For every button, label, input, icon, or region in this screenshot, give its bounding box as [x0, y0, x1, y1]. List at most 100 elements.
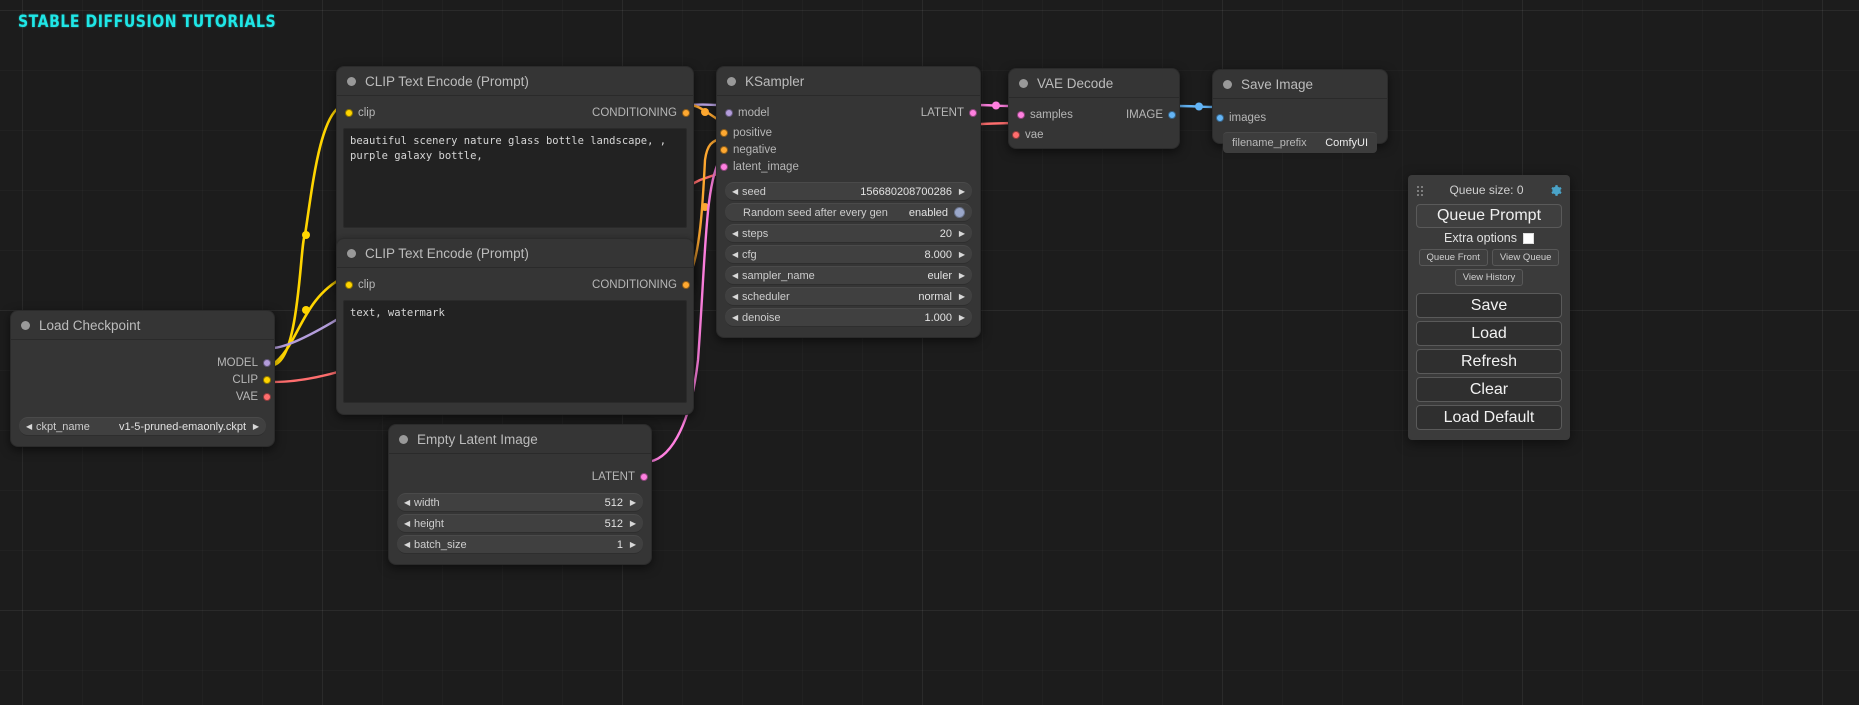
- widget-sampler-name[interactable]: ◀ sampler_name euler ▶: [725, 266, 972, 285]
- widget-seed[interactable]: ◀ seed 156680208700286 ▶: [725, 182, 972, 201]
- output-slot-conditioning[interactable]: CONDITIONING: [513, 104, 693, 121]
- collapse-dot-icon[interactable]: [727, 77, 736, 86]
- conditioning-port-dot[interactable]: [720, 129, 728, 137]
- input-slot-negative[interactable]: negative: [717, 141, 980, 158]
- decrement-arrow-icon[interactable]: ◀: [732, 314, 741, 322]
- latent-port-dot[interactable]: [640, 473, 648, 481]
- latent-port-dot[interactable]: [720, 163, 728, 171]
- increment-arrow-icon[interactable]: ▶: [956, 188, 965, 196]
- vae-port-dot[interactable]: [263, 393, 271, 401]
- node-title-bar[interactable]: CLIP Text Encode (Prompt): [337, 67, 693, 96]
- decrement-arrow-icon[interactable]: ◀: [732, 188, 741, 196]
- input-slot-vae[interactable]: vae: [1009, 126, 1179, 143]
- widget-batch-size[interactable]: ◀ batch_size 1 ▶: [397, 535, 643, 554]
- model-port-dot[interactable]: [725, 109, 733, 117]
- widget-ckpt-name[interactable]: ◀ ckpt_name v1-5-pruned-emaonly.ckpt ▶: [19, 417, 266, 436]
- decrement-arrow-icon[interactable]: ◀: [732, 230, 741, 238]
- prompt-textarea[interactable]: text, watermark: [343, 300, 687, 403]
- node-title-bar[interactable]: CLIP Text Encode (Prompt): [337, 239, 693, 268]
- input-slot-positive[interactable]: positive: [717, 124, 980, 141]
- increment-arrow-icon[interactable]: ▶: [627, 541, 636, 549]
- input-slot-images[interactable]: images: [1213, 109, 1387, 126]
- node-title-bar[interactable]: Load Checkpoint: [11, 311, 274, 340]
- node-empty-latent-image[interactable]: Empty Latent Image LATENT ◀ width 512 ▶ …: [388, 424, 652, 565]
- save-button[interactable]: Save: [1416, 293, 1562, 318]
- collapse-dot-icon[interactable]: [347, 249, 356, 258]
- node-title-bar[interactable]: Save Image: [1213, 70, 1387, 99]
- image-port-dot[interactable]: [1216, 114, 1224, 122]
- collapse-dot-icon[interactable]: [399, 435, 408, 444]
- vae-port-dot[interactable]: [1012, 131, 1020, 139]
- output-slot-image[interactable]: IMAGE: [1069, 106, 1179, 123]
- latent-port-dot[interactable]: [1017, 111, 1025, 119]
- refresh-button[interactable]: Refresh: [1416, 349, 1562, 374]
- extra-options-checkbox[interactable]: [1523, 233, 1534, 244]
- output-slot-clip[interactable]: CLIP: [11, 371, 274, 388]
- increment-arrow-icon[interactable]: ▶: [956, 251, 965, 259]
- gear-icon[interactable]: [1549, 184, 1562, 197]
- node-title-bar[interactable]: Empty Latent Image: [389, 425, 651, 454]
- increment-arrow-icon[interactable]: ▶: [956, 293, 965, 301]
- output-slot-latent[interactable]: LATENT: [830, 104, 980, 121]
- output-slot-latent[interactable]: LATENT: [389, 468, 651, 485]
- node-load-checkpoint[interactable]: Load Checkpoint MODEL CLIP VAE ◀ ckpt_na…: [10, 310, 275, 447]
- model-port-dot[interactable]: [263, 359, 271, 367]
- widget-filename-prefix[interactable]: filename_prefix ComfyUI: [1223, 132, 1377, 153]
- widget-cfg[interactable]: ◀ cfg 8.000 ▶: [725, 245, 972, 264]
- input-slot-samples[interactable]: samples: [1014, 106, 1073, 123]
- decrement-arrow-icon[interactable]: ◀: [732, 293, 741, 301]
- conditioning-port-dot[interactable]: [682, 109, 690, 117]
- clear-button[interactable]: Clear: [1416, 377, 1562, 402]
- image-port-dot[interactable]: [1168, 111, 1176, 119]
- output-slot-model[interactable]: MODEL: [11, 354, 274, 371]
- queue-front-button[interactable]: Queue Front: [1419, 249, 1488, 266]
- view-queue-button[interactable]: View Queue: [1492, 249, 1560, 266]
- node-save-image[interactable]: Save Image images filename_prefix ComfyU…: [1212, 69, 1388, 144]
- node-vae-decode[interactable]: VAE Decode samples IMAGE vae: [1008, 68, 1180, 149]
- decrement-arrow-icon[interactable]: ◀: [404, 499, 413, 507]
- prompt-textarea[interactable]: beautiful scenery nature glass bottle la…: [343, 128, 687, 228]
- load-default-button[interactable]: Load Default: [1416, 405, 1562, 430]
- decrement-arrow-icon[interactable]: ◀: [404, 520, 413, 528]
- widget-width[interactable]: ◀ width 512 ▶: [397, 493, 643, 512]
- input-slot-clip[interactable]: clip: [342, 104, 462, 121]
- node-title-bar[interactable]: KSampler: [717, 67, 980, 96]
- load-button[interactable]: Load: [1416, 321, 1562, 346]
- increment-arrow-icon[interactable]: ▶: [956, 230, 965, 238]
- node-title-bar[interactable]: VAE Decode: [1009, 69, 1179, 98]
- drag-handle-icon[interactable]: [1416, 185, 1424, 196]
- collapse-dot-icon[interactable]: [1019, 79, 1028, 88]
- output-slot-conditioning[interactable]: CONDITIONING: [513, 276, 693, 293]
- collapse-dot-icon[interactable]: [1223, 80, 1232, 89]
- decrement-arrow-icon[interactable]: ◀: [732, 272, 741, 280]
- widget-denoise[interactable]: ◀ denoise 1.000 ▶: [725, 308, 972, 327]
- increment-arrow-icon[interactable]: ▶: [627, 499, 636, 507]
- toggle-knob-icon[interactable]: [954, 207, 965, 218]
- output-slot-vae[interactable]: VAE: [11, 388, 274, 405]
- input-slot-latent-image[interactable]: latent_image: [717, 158, 980, 175]
- queue-prompt-button[interactable]: Queue Prompt: [1416, 204, 1562, 228]
- widget-scheduler[interactable]: ◀ scheduler normal ▶: [725, 287, 972, 306]
- clip-port-dot[interactable]: [345, 281, 353, 289]
- node-clip-text-encode-negative[interactable]: CLIP Text Encode (Prompt) clip CONDITION…: [336, 238, 694, 415]
- collapse-dot-icon[interactable]: [21, 321, 30, 330]
- clip-port-dot[interactable]: [263, 376, 271, 384]
- increment-arrow-icon[interactable]: ▶: [956, 272, 965, 280]
- collapse-dot-icon[interactable]: [347, 77, 356, 86]
- decrement-arrow-icon[interactable]: ◀: [404, 541, 413, 549]
- conditioning-port-dot[interactable]: [682, 281, 690, 289]
- node-ksampler[interactable]: KSampler model LATENT positive negative: [716, 66, 981, 338]
- conditioning-port-dot[interactable]: [720, 146, 728, 154]
- increment-arrow-icon[interactable]: ▶: [956, 314, 965, 322]
- comfyui-menu-panel[interactable]: Queue size: 0 Queue Prompt Extra options…: [1408, 175, 1570, 440]
- view-history-button[interactable]: View History: [1455, 269, 1524, 286]
- clip-port-dot[interactable]: [345, 109, 353, 117]
- decrement-arrow-icon[interactable]: ◀: [26, 423, 35, 431]
- widget-height[interactable]: ◀ height 512 ▶: [397, 514, 643, 533]
- decrement-arrow-icon[interactable]: ◀: [732, 251, 741, 259]
- widget-steps[interactable]: ◀ steps 20 ▶: [725, 224, 972, 243]
- comfyui-graph-canvas[interactable]: STABLE DIFFUSION TUTORIALS Load Checkpoi…: [0, 0, 1859, 705]
- input-slot-model[interactable]: model: [722, 104, 769, 121]
- increment-arrow-icon[interactable]: ▶: [627, 520, 636, 528]
- extra-options-row[interactable]: Extra options: [1416, 231, 1562, 245]
